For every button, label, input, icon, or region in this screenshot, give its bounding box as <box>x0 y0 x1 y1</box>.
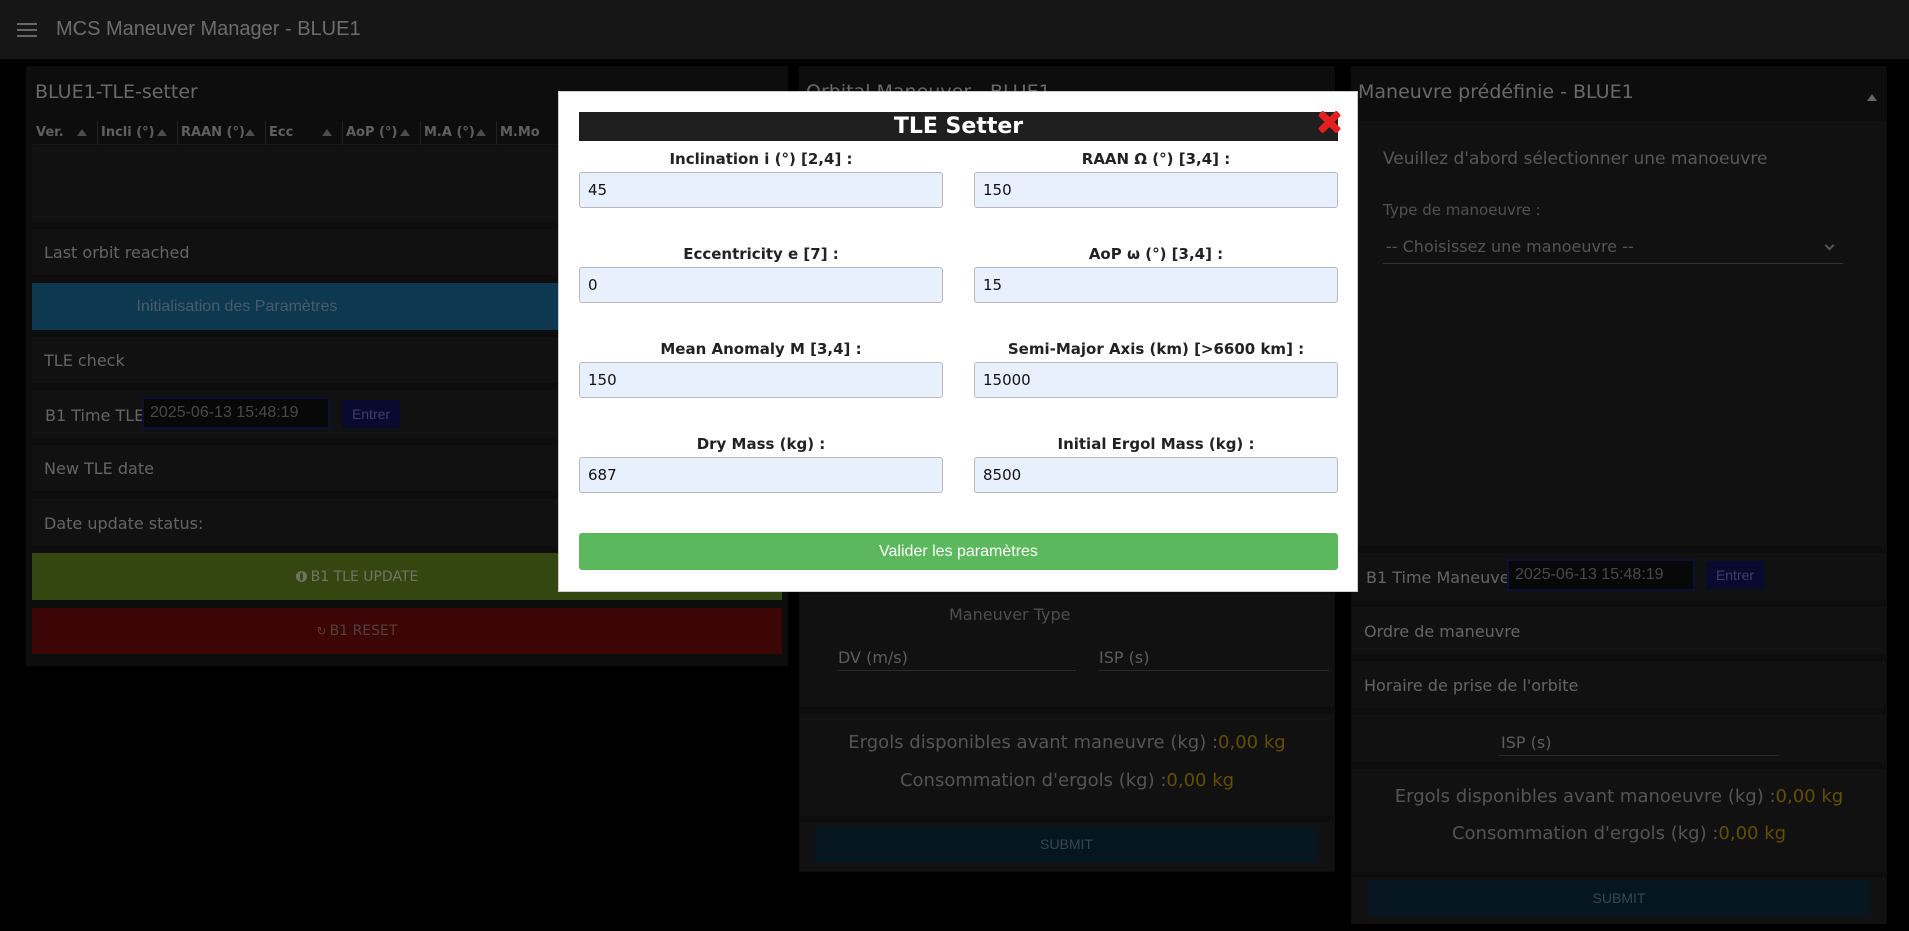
dry-mass-input[interactable] <box>579 457 943 493</box>
raan-input[interactable] <box>974 172 1338 208</box>
close-icon[interactable] <box>1316 109 1342 135</box>
ergol-mass-label: Initial Ergol Mass (kg) : <box>1057 435 1255 453</box>
aop-label: AoP ω (°) [3,4] : <box>1088 245 1224 263</box>
tle-setter-modal: TLE Setter Inclination i (°) [2,4] : RAA… <box>558 91 1358 592</box>
mean-anomaly-input[interactable] <box>579 362 943 398</box>
inclination-label: Inclination i (°) [2,4] : <box>669 150 853 168</box>
eccentricity-label: Eccentricity e [7] : <box>683 245 839 263</box>
modal-title: TLE Setter <box>579 112 1338 141</box>
mean-anomaly-label: Mean Anomaly M [3,4] : <box>660 340 862 358</box>
aop-group: AoP ω (°) [3,4] : <box>974 245 1338 303</box>
eccentricity-group: Eccentricity e [7] : <box>579 245 943 303</box>
ergol-mass-group: Initial Ergol Mass (kg) : <box>974 435 1338 493</box>
dry-mass-label: Dry Mass (kg) : <box>696 435 826 453</box>
raan-label: RAAN Ω (°) [3,4] : <box>1081 150 1231 168</box>
validate-params-button[interactable]: Valider les paramètres <box>579 533 1338 570</box>
semi-major-axis-input[interactable] <box>974 362 1338 398</box>
raan-group: RAAN Ω (°) [3,4] : <box>974 150 1338 208</box>
semi-major-axis-label: Semi-Major Axis (km) [>6600 km] : <box>1007 340 1305 358</box>
mean-anomaly-group: Mean Anomaly M [3,4] : <box>579 340 943 398</box>
inclination-group: Inclination i (°) [2,4] : <box>579 150 943 208</box>
ergol-mass-input[interactable] <box>974 457 1338 493</box>
aop-input[interactable] <box>974 267 1338 303</box>
semi-major-axis-group: Semi-Major Axis (km) [>6600 km] : <box>974 340 1338 398</box>
inclination-input[interactable] <box>579 172 943 208</box>
eccentricity-input[interactable] <box>579 267 943 303</box>
dry-mass-group: Dry Mass (kg) : <box>579 435 943 493</box>
